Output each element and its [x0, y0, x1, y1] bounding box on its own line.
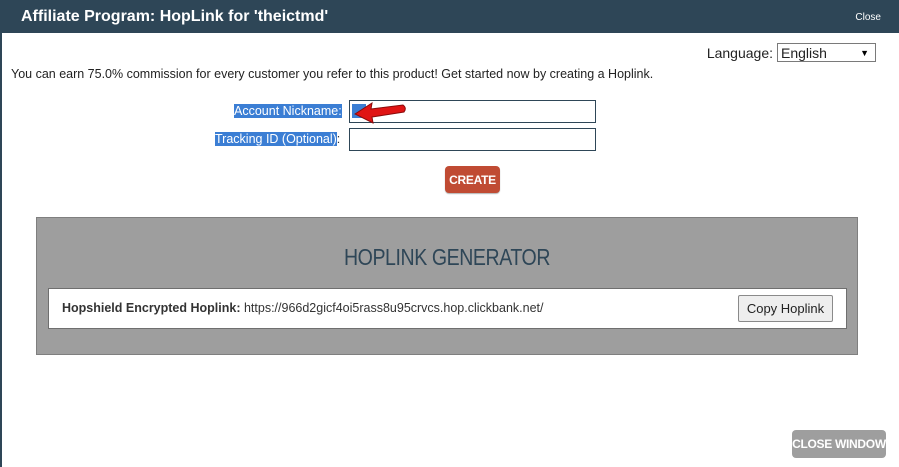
create-button[interactable]: CREATE [445, 166, 500, 193]
hoplink-generator-panel: HOPLINK GENERATOR Hopshield Encrypted Ho… [36, 217, 858, 355]
tracking-id-label: Tracking ID (Optional): [215, 132, 340, 146]
hoplink-result-box: Hopshield Encrypted Hoplink: https://966… [48, 288, 847, 329]
close-window-button[interactable]: CLOSE WINDOW [792, 430, 886, 458]
account-nickname-label-text: Account Nickname: [234, 104, 342, 118]
hoplink-label: Hopshield Encrypted Hoplink: [62, 301, 241, 315]
language-selected-value: English [781, 44, 827, 61]
tracking-id-input[interactable] [349, 128, 596, 151]
chevron-down-icon: ▼ [860, 47, 869, 58]
account-nickname-label: Account Nickname: [234, 104, 342, 118]
window-title: Affiliate Program: HopLink for 'theictmd… [21, 8, 329, 25]
hoplink-result: Hopshield Encrypted Hoplink: https://966… [62, 301, 543, 315]
language-label: Language: [706, 44, 773, 61]
hoplink-url: https://966d2gicf4oi5rass8u95crvcs.hop.c… [243, 301, 544, 315]
window-titlebar: Affiliate Program: HopLink for 'theictmd… [0, 0, 899, 33]
close-link[interactable]: Close [855, 12, 881, 23]
commission-intro-text: You can earn 75.0% commission for every … [11, 67, 654, 81]
tracking-id-label-text: Tracking ID (Optional) [215, 132, 337, 146]
language-row: Language: English ▼ [707, 43, 876, 62]
copy-hoplink-button[interactable]: Copy Hoplink [738, 295, 833, 322]
hoplink-generator-title: HOPLINK GENERATOR [343, 244, 551, 270]
window-left-border [0, 33, 2, 467]
red-arrow-annotation-icon [353, 101, 406, 124]
tracking-id-label-colon: : [336, 132, 341, 146]
language-select[interactable]: English ▼ [777, 43, 876, 62]
